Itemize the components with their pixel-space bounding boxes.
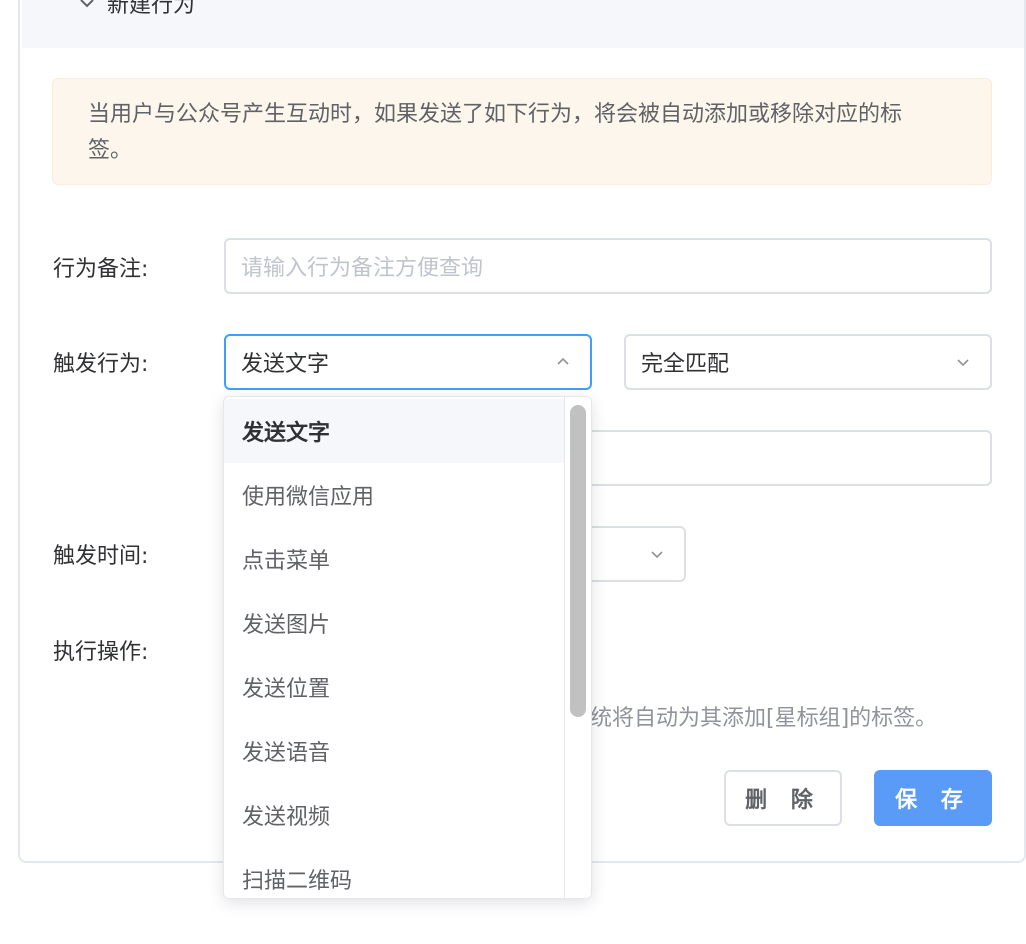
trigger-label: 触发行为: (53, 352, 149, 377)
match-type-select[interactable]: 完全匹配 (624, 334, 992, 390)
chevron-up-icon (557, 357, 569, 365)
keyword-input[interactable] (540, 430, 992, 486)
remark-placeholder: 请输入行为备注方便查询 (241, 256, 484, 281)
remark-label: 行为备注: (53, 257, 149, 282)
chevron-down-icon[interactable] (77, 0, 97, 13)
card-header[interactable]: 新建行为 (22, 0, 1024, 48)
delete-button[interactable]: 删 除 (724, 770, 842, 826)
trigger-action-select[interactable]: 发送文字 (224, 334, 592, 390)
operation-label: 执行操作: (53, 640, 149, 665)
trigger-action-dropdown: 发送文字 使用微信应用 点击菜单 发送图片 发送位置 发送语音 发送视频 扫描二维码 (223, 396, 592, 899)
trigger-action-value: 发送文字 (241, 352, 330, 377)
save-button[interactable]: 保 存 (874, 770, 992, 826)
chevron-down-icon (957, 359, 969, 367)
dropdown-scrollbar-thumb[interactable] (570, 405, 586, 717)
dropdown-option[interactable]: 发送位置 (224, 655, 564, 719)
dropdown-option[interactable]: 发送图片 (224, 591, 564, 655)
remark-input[interactable]: 请输入行为备注方便查询 (224, 238, 992, 294)
dropdown-list: 发送文字 使用微信应用 点击菜单 发送图片 发送位置 发送语音 发送视频 扫描二维码 (224, 399, 564, 898)
dropdown-option[interactable]: 扫描二维码 (224, 847, 564, 898)
dropdown-option[interactable]: 使用微信应用 (224, 463, 564, 527)
dropdown-option[interactable]: 发送语音 (224, 719, 564, 783)
dropdown-option[interactable]: 发送文字 (224, 399, 564, 463)
match-type-value: 完全匹配 (641, 352, 730, 377)
chevron-down-icon (651, 551, 663, 559)
operation-hint: 统将自动为其添加[星标组]的标签。 (590, 706, 938, 731)
info-alert: 当用户与公众号产生互动时，如果发送了如下行为，将会被自动添加或移除对应的标签。 (52, 78, 992, 185)
dropdown-option[interactable]: 点击菜单 (224, 527, 564, 591)
dropdown-option[interactable]: 发送视频 (224, 783, 564, 847)
card-title: 新建行为 (107, 0, 196, 18)
time-label: 触发时间: (53, 544, 149, 569)
alert-text: 当用户与公众号产生互动时，如果发送了如下行为，将会被自动添加或移除对应的标签。 (88, 102, 903, 163)
